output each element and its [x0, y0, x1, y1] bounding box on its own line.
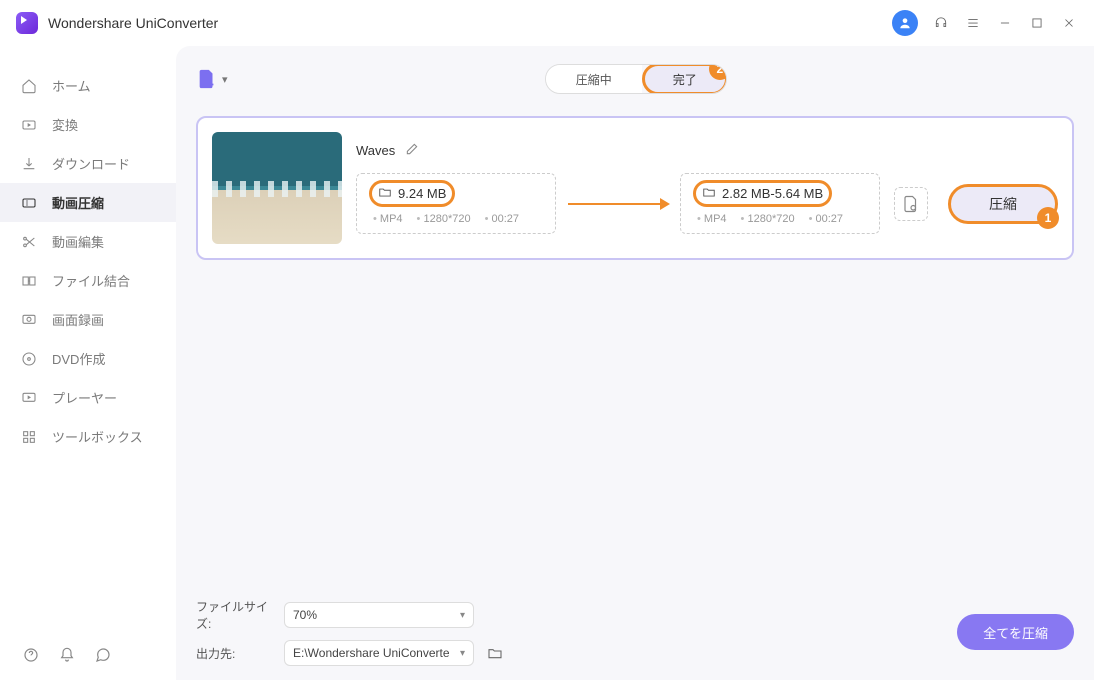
- source-resolution: 1280*720: [417, 213, 471, 225]
- bottom-bar: ファイルサイズ: 70% ▾ 出力先: E:\Wondershare UniCo…: [196, 598, 1074, 666]
- minimize-button[interactable]: [996, 14, 1014, 32]
- sidebar-item-label: DVD作成: [52, 349, 105, 368]
- merge-icon: [20, 272, 38, 290]
- user-avatar[interactable]: [892, 10, 918, 36]
- close-button[interactable]: [1060, 14, 1078, 32]
- sidebar-item-record[interactable]: 画面録画: [0, 300, 176, 339]
- file-settings-button[interactable]: [894, 187, 928, 221]
- disc-icon: [20, 350, 38, 368]
- source-duration: 00:27: [485, 213, 519, 225]
- folder-icon: [378, 185, 392, 202]
- home-icon: [20, 77, 38, 95]
- bell-icon[interactable]: [58, 646, 76, 664]
- convert-icon: [20, 116, 38, 134]
- title-bar: Wondershare UniConverter: [0, 0, 1094, 46]
- output-label: 出力先:: [196, 645, 274, 662]
- tab-done-label: 完了: [673, 71, 697, 88]
- sidebar-item-label: ダウンロード: [52, 154, 130, 173]
- sidebar-item-label: 動画圧縮: [52, 193, 104, 212]
- headset-icon[interactable]: [932, 14, 950, 32]
- record-icon: [20, 311, 38, 329]
- chevron-down-icon: ▾: [460, 610, 465, 621]
- tab-done[interactable]: 完了 2: [642, 64, 727, 94]
- help-icon[interactable]: [22, 646, 40, 664]
- file-name: Waves: [356, 143, 395, 158]
- add-file-icon: [196, 68, 218, 90]
- sidebar-item-label: ホーム: [52, 76, 91, 95]
- sidebar-item-merge[interactable]: ファイル結合: [0, 261, 176, 300]
- sidebar-item-edit[interactable]: 動画編集: [0, 222, 176, 261]
- sidebar-item-home[interactable]: ホーム: [0, 66, 176, 105]
- filesize-value: 70%: [293, 608, 317, 622]
- sidebar-item-label: 変換: [52, 115, 78, 134]
- feedback-icon[interactable]: [94, 646, 112, 664]
- target-format: MP4: [697, 213, 727, 225]
- file-card: Waves 9.24 MB MP4 1280*720 00:27: [196, 116, 1074, 260]
- video-thumbnail[interactable]: [212, 132, 342, 244]
- compress-icon: [20, 194, 38, 212]
- sidebar-item-label: ファイル結合: [52, 271, 130, 290]
- sidebar-item-label: プレーヤー: [52, 388, 117, 407]
- target-duration: 00:27: [809, 213, 843, 225]
- sidebar-item-label: 画面録画: [52, 310, 104, 329]
- arrow-icon: [568, 203, 668, 205]
- filesize-select[interactable]: 70% ▾: [284, 602, 474, 628]
- maximize-button[interactable]: [1028, 14, 1046, 32]
- compress-button[interactable]: 圧縮 1: [948, 184, 1058, 224]
- chevron-down-icon: ▾: [222, 73, 228, 86]
- target-size: 2.82 MB-5.64 MB: [722, 186, 823, 201]
- annotation-badge-2: 2: [709, 64, 727, 80]
- output-path-value: E:\Wondershare UniConverte: [293, 646, 450, 660]
- sidebar: ホーム 変換 ダウンロード 動画圧縮 動画編集 ファイル結合 画面録画 DVD作…: [0, 46, 176, 680]
- compress-all-button[interactable]: 全てを圧縮: [957, 614, 1074, 650]
- sidebar-item-convert[interactable]: 変換: [0, 105, 176, 144]
- tab-compressing[interactable]: 圧縮中: [546, 65, 642, 93]
- source-meta: 9.24 MB MP4 1280*720 00:27: [356, 173, 556, 234]
- filesize-label: ファイルサイズ:: [196, 598, 274, 632]
- sidebar-item-label: 動画編集: [52, 232, 104, 251]
- sidebar-item-dvd[interactable]: DVD作成: [0, 339, 176, 378]
- output-path-select[interactable]: E:\Wondershare UniConverte ▾: [284, 640, 474, 666]
- corner-icons: [22, 646, 112, 664]
- sidebar-item-toolbox[interactable]: ツールボックス: [0, 417, 176, 456]
- target-resolution: 1280*720: [741, 213, 795, 225]
- sidebar-item-label: ツールボックス: [52, 427, 143, 446]
- annotation-badge-1: 1: [1037, 207, 1059, 229]
- sidebar-item-download[interactable]: ダウンロード: [0, 144, 176, 183]
- content-area: ▾ 圧縮中 完了 2 Waves: [176, 46, 1094, 680]
- sidebar-item-player[interactable]: プレーヤー: [0, 378, 176, 417]
- download-icon: [20, 155, 38, 173]
- target-meta: 2.82 MB-5.64 MB MP4 1280*720 00:27: [680, 173, 880, 234]
- open-folder-button[interactable]: [484, 642, 506, 664]
- compress-all-label: 全てを圧縮: [983, 623, 1048, 642]
- player-icon: [20, 389, 38, 407]
- grid-icon: [20, 428, 38, 446]
- source-size: 9.24 MB: [398, 186, 446, 201]
- edit-name-icon[interactable]: [405, 142, 419, 159]
- menu-icon[interactable]: [964, 14, 982, 32]
- folder-icon: [702, 185, 716, 202]
- scissors-icon: [20, 233, 38, 251]
- chevron-down-icon: ▾: [460, 648, 465, 659]
- compress-button-label: 圧縮: [989, 194, 1017, 214]
- app-title: Wondershare UniConverter: [48, 15, 218, 31]
- status-tabs: 圧縮中 完了 2: [545, 64, 727, 94]
- app-logo-icon: [16, 12, 38, 34]
- source-format: MP4: [373, 213, 403, 225]
- add-file-button[interactable]: ▾: [196, 68, 228, 90]
- sidebar-item-compress[interactable]: 動画圧縮: [0, 183, 176, 222]
